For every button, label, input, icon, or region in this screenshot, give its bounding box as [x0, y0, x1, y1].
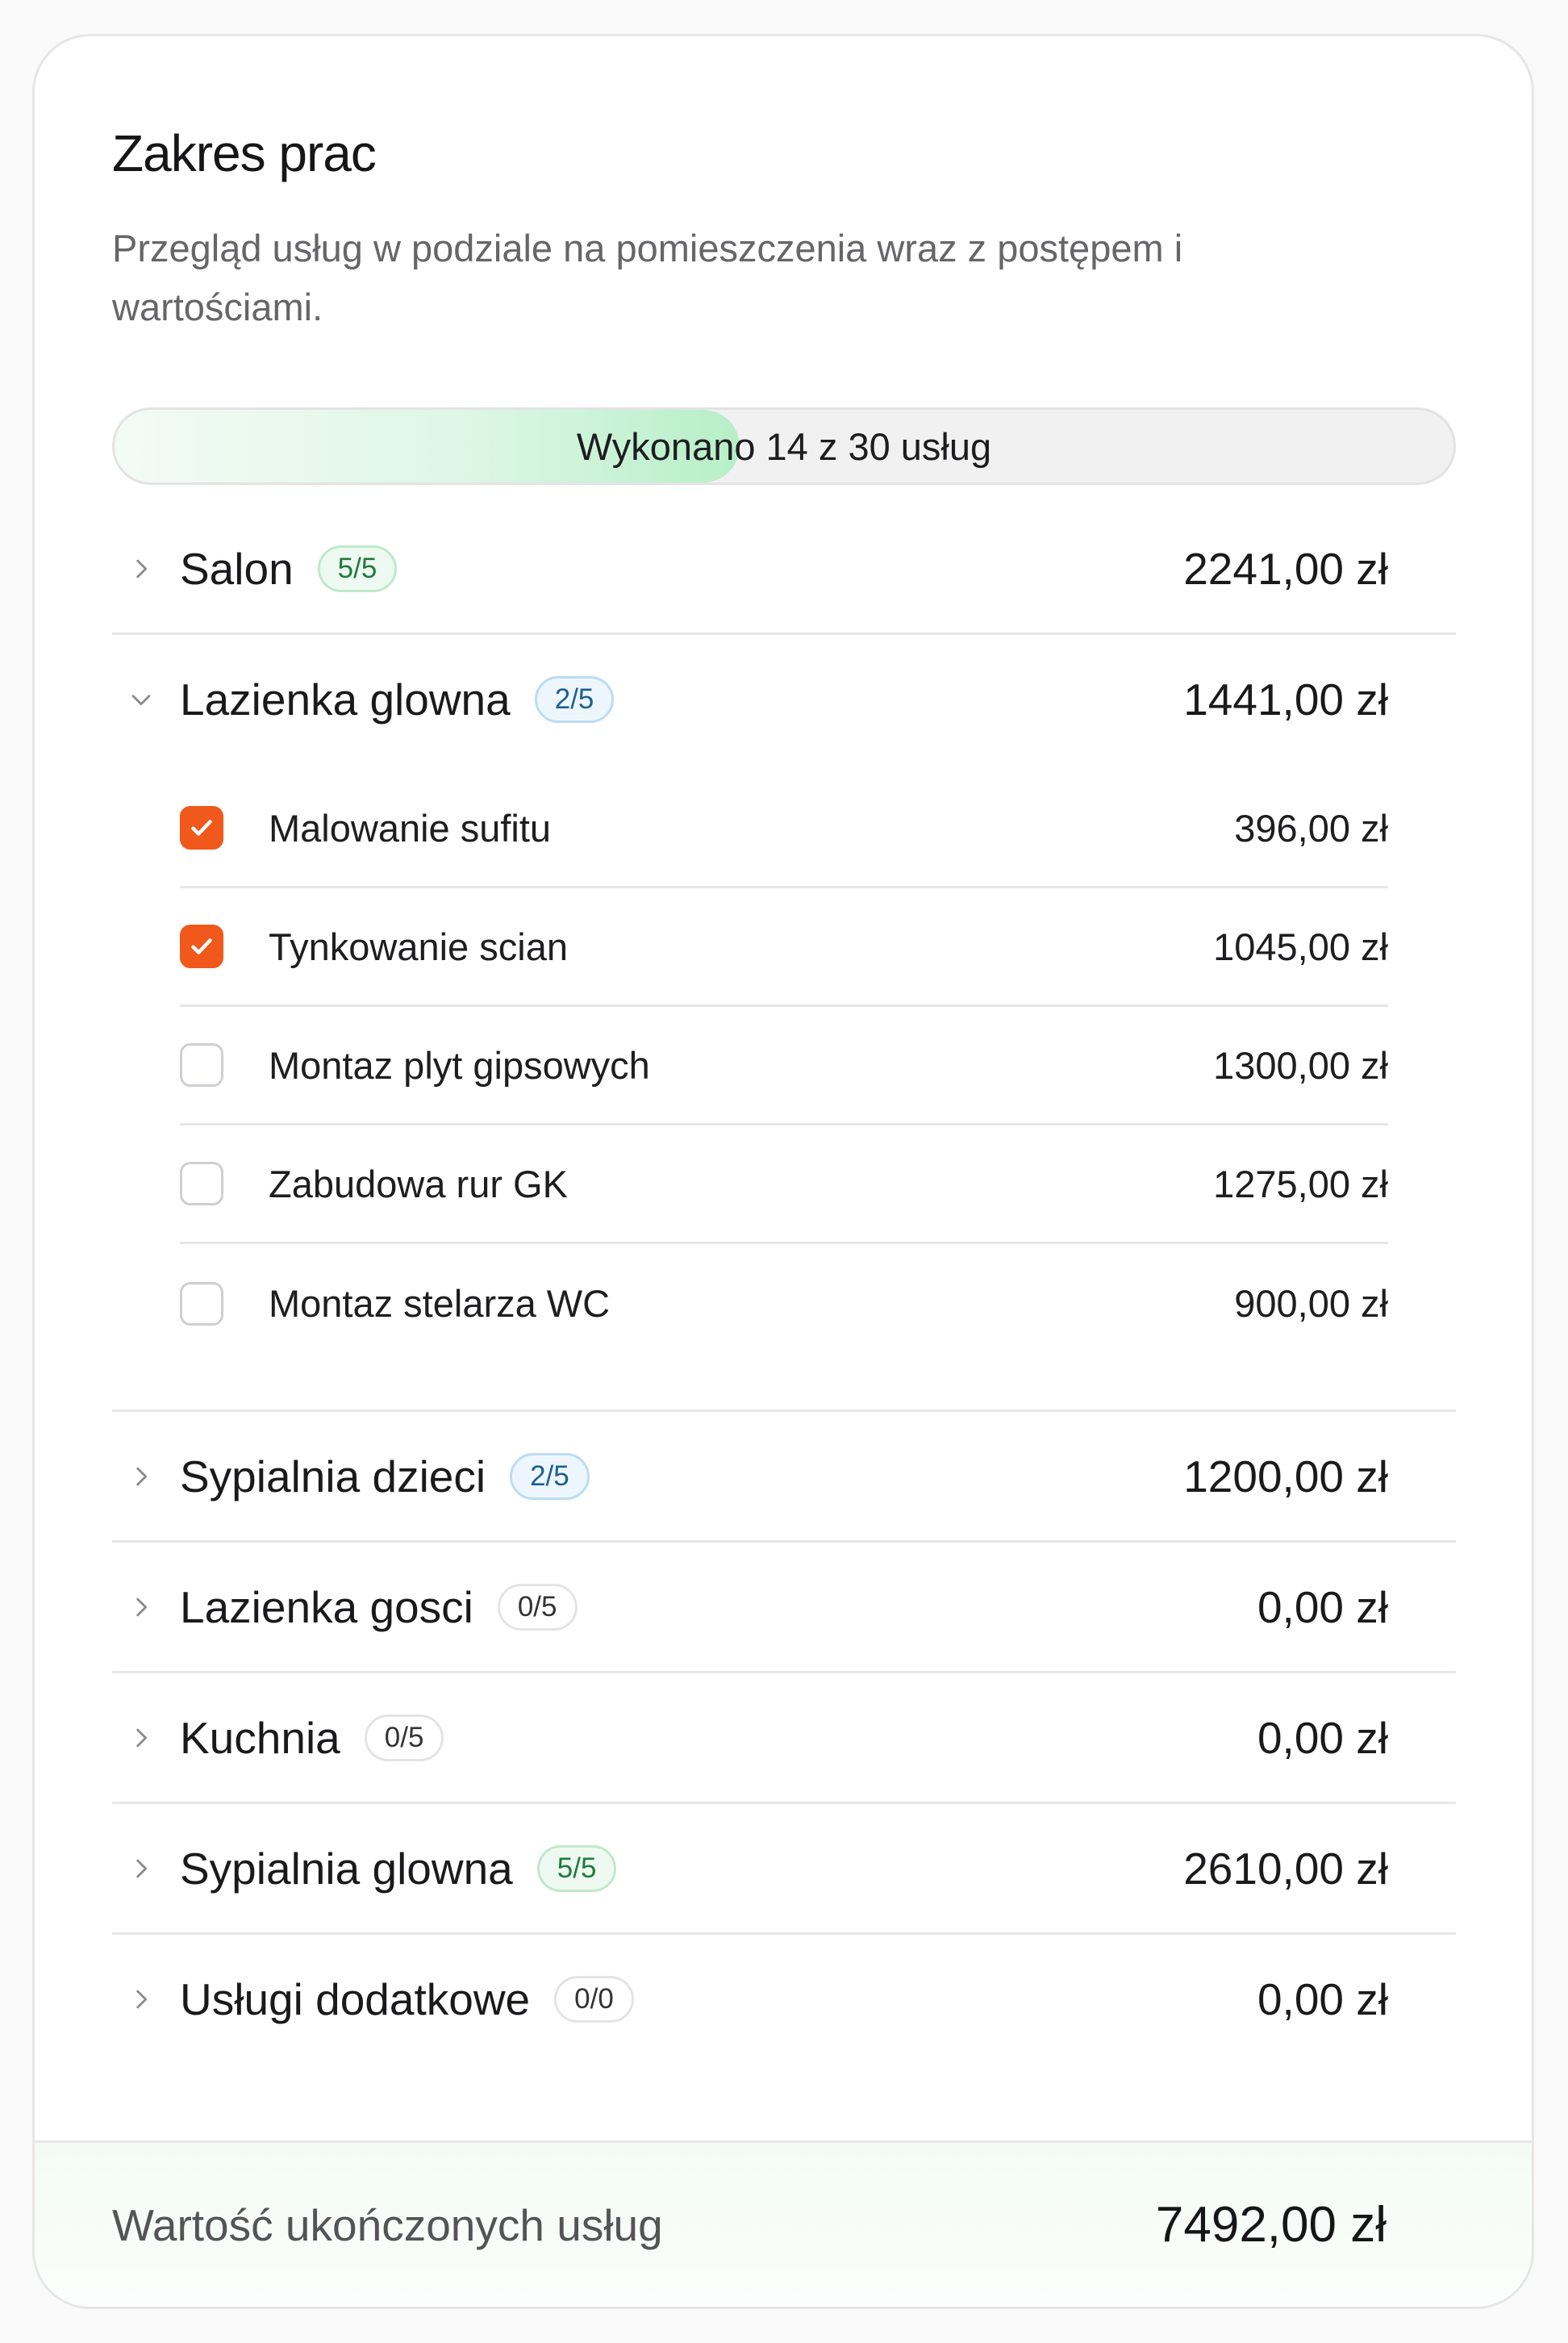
- service-list: Malowanie sufitu 396,00 zł Tynkowanie scia…: [112, 763, 1456, 1410]
- room-price: 0,00 zł: [1257, 1973, 1388, 2024]
- room-price: 0,00 zł: [1257, 1581, 1388, 1632]
- room-name: Sypialnia glowna: [180, 1843, 513, 1894]
- chevron-right-icon[interactable]: [117, 1583, 165, 1631]
- progress-badge: 0/5: [364, 1714, 444, 1761]
- checkbox-unchecked[interactable]: [180, 1281, 223, 1326]
- room-price: 1441,00 zł: [1183, 674, 1388, 725]
- chevron-down-icon[interactable]: [117, 675, 165, 724]
- room-header[interactable]: Lazienka glowna 2/5 1441,00 zł: [112, 635, 1456, 763]
- service-name: Zabudowa rur GK: [269, 1162, 568, 1205]
- room-name: Usługi dodatkowe: [180, 1973, 531, 2024]
- room-section: Sypialnia glowna 5/5 2610,00 zł: [112, 1804, 1456, 1935]
- scope-card: Zakres prac Przegląd usług w podziale na…: [32, 34, 1534, 2309]
- progress-badge: 5/5: [317, 545, 398, 592]
- progress-badge: 2/5: [510, 1452, 590, 1500]
- room-section: Lazienka glowna 2/5 1441,00 zł Malowanie su…: [112, 635, 1456, 1412]
- progress-badge: 0/0: [554, 1975, 634, 2023]
- chevron-right-icon[interactable]: [117, 1452, 165, 1501]
- room-price: 2241,00 zł: [1183, 543, 1388, 594]
- service-item: Montaz stelarza WC 900,00 zł: [180, 1244, 1388, 1363]
- checkbox-unchecked[interactable]: [180, 1162, 223, 1205]
- room-section: Sypialnia dzieci 2/5 1200,00 zł: [112, 1412, 1456, 1543]
- room-header[interactable]: Lazienka gosci 0/5 0,00 zł: [112, 1543, 1456, 1671]
- summary-footer: Wartość ukończonych usług 7492,00 zł: [35, 2140, 1532, 2307]
- service-price: 1045,00 zł: [1213, 925, 1388, 968]
- service-price: 1275,00 zł: [1213, 1162, 1388, 1205]
- room-header[interactable]: Salon 5/5 2241,00 zł: [112, 504, 1456, 633]
- service-price: 900,00 zł: [1234, 1282, 1388, 1325]
- service-item: Montaz plyt gipsowych 1300,00 zł: [180, 1007, 1388, 1126]
- service-name: Montaz plyt gipsowych: [269, 1043, 650, 1087]
- room-header[interactable]: Sypialnia glowna 5/5 2610,00 zł: [112, 1804, 1456, 1932]
- room-section: Lazienka gosci 0/5 0,00 zł: [112, 1543, 1456, 1673]
- progress-badge: 0/5: [497, 1583, 578, 1631]
- service-price: 396,00 zł: [1234, 806, 1388, 850]
- room-header[interactable]: Usługi dodatkowe 0/0 0,00 zł: [112, 1935, 1456, 2063]
- room-name: Lazienka glowna: [180, 674, 511, 725]
- service-name: Tynkowanie scian: [269, 925, 568, 968]
- room-section: Salon 5/5 2241,00 zł: [112, 504, 1456, 635]
- rooms-list: Salon 5/5 2241,00 zł Lazienka glowna 2/5 1441…: [112, 504, 1456, 2063]
- room-price: 0,00 zł: [1257, 1712, 1388, 1763]
- room-name: Sypialnia dzieci: [180, 1451, 486, 1501]
- checkbox-checked[interactable]: [180, 806, 223, 850]
- service-item: Zabudowa rur GK 1275,00 zł: [180, 1126, 1388, 1244]
- progress-label: Wykonano 14 z 30 usług: [576, 424, 992, 468]
- chevron-right-icon[interactable]: [117, 1714, 165, 1762]
- service-item: Tynkowanie scian 1045,00 zł: [180, 888, 1388, 1007]
- chevron-right-icon[interactable]: [117, 545, 165, 593]
- service-price: 1300,00 zł: [1213, 1043, 1388, 1087]
- room-name: Kuchnia: [180, 1712, 340, 1763]
- checkmark-icon: [187, 932, 216, 961]
- room-header[interactable]: Kuchnia 0/5 0,00 zł: [112, 1673, 1456, 1802]
- service-name: Montaz stelarza WC: [269, 1282, 611, 1325]
- room-header[interactable]: Sypialnia dzieci 2/5 1200,00 zł: [112, 1412, 1456, 1540]
- completed-value-amount: 7492,00 zł: [1155, 2197, 1387, 2253]
- progress-badge: 5/5: [536, 1844, 617, 1892]
- room-section: Usługi dodatkowe 0/0 0,00 zł: [112, 1935, 1456, 2063]
- checkmark-icon: [187, 813, 216, 842]
- room-name: Salon: [180, 543, 294, 594]
- room-price: 2610,00 zł: [1183, 1843, 1388, 1894]
- card-subtitle: Przegląd usług w podziale na pomieszczen…: [112, 227, 1183, 328]
- chevron-right-icon[interactable]: [117, 1844, 165, 1893]
- completed-value-label: Wartość ukończonych usług: [112, 2199, 663, 2250]
- room-name: Lazienka gosci: [180, 1581, 473, 1632]
- checkbox-checked[interactable]: [180, 925, 223, 968]
- service-name: Malowanie sufitu: [269, 806, 552, 850]
- progress-badge: 2/5: [534, 675, 615, 723]
- room-section: Kuchnia 0/5 0,00 zł: [112, 1673, 1456, 1804]
- card-title: Zakres prac: [112, 124, 377, 182]
- checkbox-unchecked[interactable]: [180, 1043, 223, 1087]
- room-price: 1200,00 zł: [1183, 1451, 1388, 1501]
- chevron-right-icon[interactable]: [117, 1975, 165, 2023]
- service-item: Malowanie sufitu 396,00 zł: [180, 770, 1388, 888]
- progress-bar: Wykonano 14 z 30 usług: [112, 407, 1456, 485]
